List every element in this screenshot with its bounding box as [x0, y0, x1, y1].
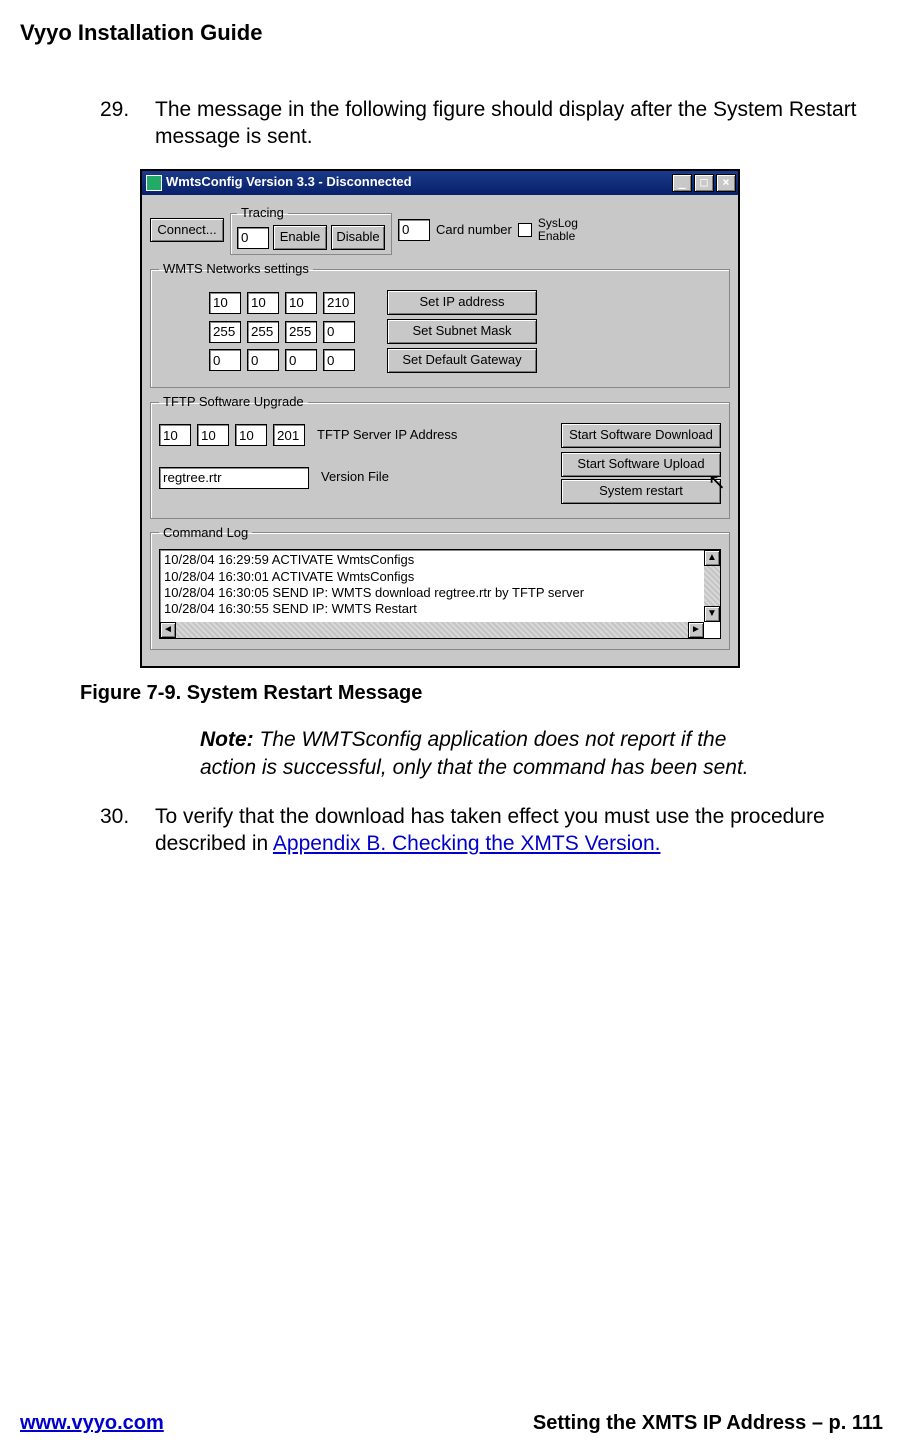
tftp-octet-4[interactable]: [273, 424, 305, 446]
connect-button[interactable]: Connect...: [150, 218, 224, 243]
scroll-down-icon[interactable]: ▼: [704, 606, 720, 622]
command-log[interactable]: 10/28/04 16:29:59 ACTIVATE WmtsConfigs 1…: [159, 549, 721, 639]
version-file-label: Version File: [321, 469, 389, 486]
ip-octet-2[interactable]: [247, 292, 279, 314]
card-number-label: Card number: [436, 222, 512, 239]
note: Note: The WMTSconfig application does no…: [200, 726, 760, 781]
gw-octet-1[interactable]: [209, 349, 241, 371]
networks-legend: WMTS Networks settings: [159, 261, 313, 278]
step-30: 30. To verify that the download has take…: [100, 803, 860, 858]
mask-octet-2[interactable]: [247, 321, 279, 343]
step-number: 29.: [100, 96, 155, 151]
figure-caption: Figure 7-9. System Restart Message: [80, 680, 860, 706]
gw-octet-4[interactable]: [323, 349, 355, 371]
version-file-input[interactable]: [159, 467, 309, 489]
scroll-up-icon[interactable]: ▲: [704, 550, 720, 566]
mask-octet-3[interactable]: [285, 321, 317, 343]
step-text: The message in the following figure shou…: [155, 96, 860, 151]
tftp-octet-1[interactable]: [159, 424, 191, 446]
close-button[interactable]: ×: [716, 174, 736, 192]
titlebar[interactable]: WmtsConfig Version 3.3 - Disconnected _ …: [142, 171, 738, 195]
tftp-ip-label: TFTP Server IP Address: [317, 427, 457, 444]
gw-octet-2[interactable]: [247, 349, 279, 371]
app-icon: [146, 175, 162, 191]
wmtsconfig-window: WmtsConfig Version 3.3 - Disconnected _ …: [140, 169, 740, 669]
ip-octet-1[interactable]: [209, 292, 241, 314]
log-line: 10/28/04 16:30:05 SEND IP: WMTS download…: [164, 585, 702, 601]
start-download-button[interactable]: Start Software Download: [561, 423, 721, 448]
disable-button[interactable]: Disable: [331, 225, 385, 250]
note-body: The WMTSconfig application does not repo…: [200, 728, 749, 778]
start-upload-button[interactable]: Start Software Upload: [561, 452, 721, 477]
tftp-octet-2[interactable]: [197, 424, 229, 446]
maximize-button[interactable]: □: [694, 174, 714, 192]
tracing-input[interactable]: [237, 227, 269, 249]
scroll-left-icon[interactable]: ◄: [160, 622, 176, 638]
window-title: WmtsConfig Version 3.3 - Disconnected: [166, 174, 412, 191]
mask-octet-4[interactable]: [323, 321, 355, 343]
set-gw-button[interactable]: Set Default Gateway: [387, 348, 537, 373]
step-number: 30.: [100, 803, 155, 858]
card-number-input[interactable]: [398, 219, 430, 241]
system-restart-button[interactable]: System restart: [561, 479, 721, 504]
log-line: 10/28/04 16:30:55 SEND IP: WMTS Restart: [164, 601, 702, 617]
step-29: 29. The message in the following figure …: [100, 96, 860, 151]
enable-button[interactable]: Enable: [273, 225, 327, 250]
step-text: To verify that the download has taken ef…: [155, 803, 860, 858]
command-log-legend: Command Log: [159, 525, 252, 542]
syslog-label: SysLog Enable: [538, 217, 598, 243]
set-mask-button[interactable]: Set Subnet Mask: [387, 319, 537, 344]
tftp-octet-3[interactable]: [235, 424, 267, 446]
scroll-right-icon[interactable]: ►: [688, 622, 704, 638]
log-line: 10/28/04 16:29:59 ACTIVATE WmtsConfigs: [164, 552, 702, 568]
appendix-link[interactable]: Appendix B. Checking the XMTS Version.: [273, 832, 661, 855]
set-ip-button[interactable]: Set IP address: [387, 290, 537, 315]
log-line: 10/28/04 16:30:01 ACTIVATE WmtsConfigs: [164, 569, 702, 585]
tracing-legend: Tracing: [237, 205, 288, 222]
ip-octet-4[interactable]: [323, 292, 355, 314]
gw-octet-3[interactable]: [285, 349, 317, 371]
footer-url[interactable]: www.vyyo.com: [20, 1412, 164, 1435]
footer-page: Setting the XMTS IP Address – p. 111: [533, 1412, 883, 1435]
syslog-checkbox[interactable]: [518, 223, 532, 237]
note-label: Note:: [200, 728, 254, 751]
minimize-button[interactable]: _: [672, 174, 692, 192]
mask-octet-1[interactable]: [209, 321, 241, 343]
ip-octet-3[interactable]: [285, 292, 317, 314]
page-header: Vyyo Installation Guide: [20, 20, 883, 46]
horizontal-scrollbar[interactable]: ◄ ►: [160, 622, 704, 638]
tftp-legend: TFTP Software Upgrade: [159, 394, 308, 411]
vertical-scrollbar[interactable]: ▲ ▼: [704, 550, 720, 622]
